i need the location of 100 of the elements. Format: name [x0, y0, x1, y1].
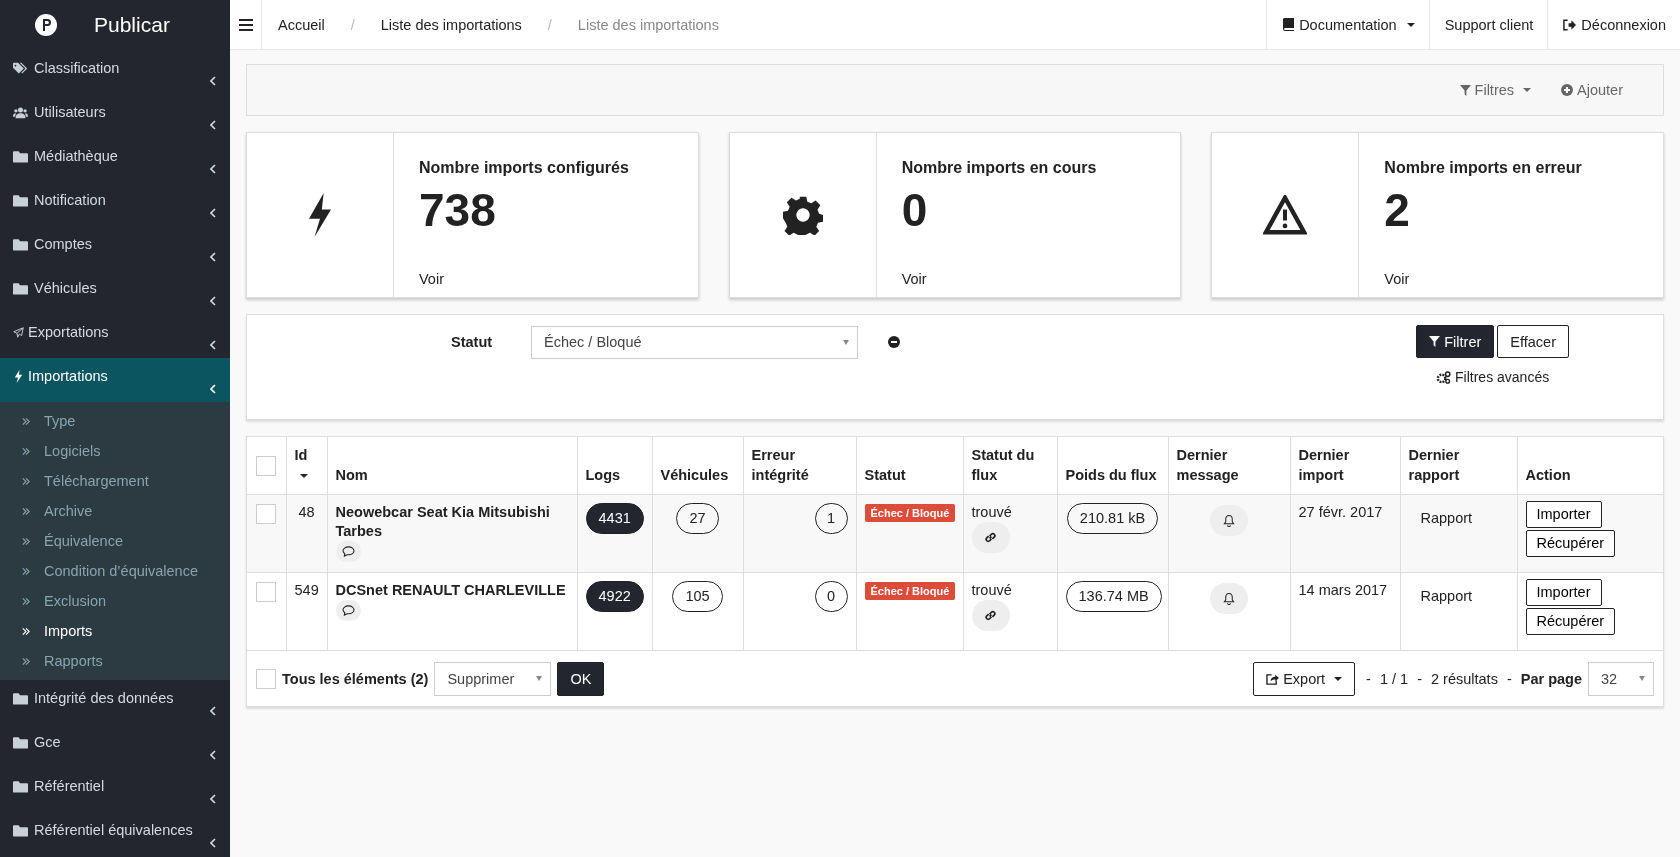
logs-count[interactable]: 4431 [585, 503, 644, 534]
filter-button[interactable]: Filtrer [1416, 325, 1495, 358]
submenu-item[interactable]: Type [0, 406, 230, 436]
logs-count[interactable]: 4922 [585, 581, 644, 612]
sidebar-item[interactable]: Utilisateurs [0, 94, 230, 138]
users-icon [13, 105, 28, 119]
sidebar-item[interactable]: Exportations [0, 314, 230, 358]
tags-icon [13, 61, 28, 75]
column-header[interactable]: Statut du flux [963, 437, 1057, 495]
link-icon[interactable] [971, 600, 1010, 631]
submenu-item[interactable]: Rapports [0, 646, 230, 676]
folder-icon [13, 237, 28, 251]
comment-icon[interactable] [335, 600, 361, 621]
bulk-action-select[interactable]: Supprimer [434, 661, 552, 696]
sidebar-item-label: Gce [34, 734, 61, 750]
link-icon[interactable] [971, 522, 1010, 553]
submenu-item[interactable]: Exclusion [0, 586, 230, 616]
page-indicator: 1 / 1 [1379, 670, 1409, 687]
sidebar-item[interactable]: Classification [0, 50, 230, 94]
import-name: DCSnet RENAULT CHARLEVILLE [335, 581, 566, 600]
top-nav-link[interactable]: Documentation [1266, 0, 1429, 49]
ok-button[interactable]: OK [557, 661, 605, 696]
row-checkbox[interactable] [256, 582, 276, 602]
add-link[interactable]: Ajouter [1561, 82, 1623, 98]
view-link[interactable]: Voir [901, 271, 1097, 287]
chevron-left-icon [210, 340, 216, 350]
stat-title: Nombre imports en erreur [1384, 159, 1582, 177]
row-checkbox[interactable] [256, 504, 276, 524]
top-nav-link[interactable]: Déconnexion [1547, 0, 1680, 49]
last-import-date: 14 mars 2017 [1290, 572, 1400, 651]
separator-dash: - [1417, 670, 1422, 687]
submenu-item[interactable]: Téléchargement [0, 466, 230, 496]
sidebar-item[interactable]: Référentiel [0, 768, 230, 812]
column-header[interactable]: Nom [327, 437, 577, 495]
view-link[interactable]: Voir [419, 271, 629, 287]
last-import-date: 27 févr. 2017 [1290, 494, 1400, 573]
comment-icon[interactable] [335, 541, 361, 562]
submenu-item[interactable]: Équivalence [0, 526, 230, 556]
submenu-item[interactable]: Archive [0, 496, 230, 526]
view-link[interactable]: Voir [1384, 271, 1582, 287]
column-header[interactable]: Dernier rapport [1400, 437, 1517, 495]
warning-icon [1263, 195, 1308, 235]
sidebar-item[interactable]: Référentiel équivalences [0, 812, 230, 856]
column-header[interactable]: Dernier message [1168, 437, 1290, 495]
chevron-left-icon [210, 296, 216, 306]
sidebar-item[interactable]: Notification [0, 182, 230, 226]
column-header[interactable]: Poids du flux [1057, 437, 1168, 495]
column-header[interactable]: Dernier import [1290, 437, 1400, 495]
remove-icon[interactable] [888, 336, 900, 348]
action-button[interactable]: Importer [1525, 501, 1602, 528]
stat-title: Nombre imports configurés [419, 159, 629, 177]
breadcrumb-link[interactable]: Liste des importations [380, 16, 522, 33]
submenu-item[interactable]: Imports [0, 616, 230, 646]
report-link[interactable]: Rapport [1420, 588, 1473, 604]
lightning-icon [13, 369, 24, 383]
column-header[interactable]: Véhicules [652, 437, 743, 495]
column-header[interactable]: Action [1517, 437, 1663, 495]
sidebar-item[interactable]: Importations [0, 358, 230, 402]
action-button[interactable]: Récupérer [1525, 608, 1616, 635]
sidebar-item-label: Exportations [28, 324, 109, 340]
clear-button[interactable]: Effacer [1497, 325, 1569, 358]
column-header[interactable]: Id [286, 437, 327, 495]
column-header[interactable]: Logs [577, 437, 652, 495]
per-page-select[interactable]: 32 [1588, 661, 1654, 696]
top-nav-link[interactable]: Support client [1428, 0, 1548, 49]
column-header[interactable]: Erreur intégrité [743, 437, 856, 495]
submenu-item[interactable]: Condition d’équivalence [0, 556, 230, 586]
advanced-filters-link[interactable]: Filtres avancés [1436, 369, 1550, 385]
sidebar-item[interactable]: Véhicules [0, 270, 230, 314]
filter-label: Statut [451, 334, 494, 350]
bell-icon[interactable] [1210, 583, 1248, 614]
sidebar-item[interactable]: Médiathèque [0, 138, 230, 182]
sidebar-item[interactable]: Comptes [0, 226, 230, 270]
chevron-left-icon [210, 76, 216, 86]
double-chevron-icon [22, 476, 30, 486]
breadcrumb-separator: / [547, 16, 552, 33]
report-link[interactable]: Rapport [1420, 510, 1473, 526]
separator-dash: - [1366, 670, 1371, 687]
select-all-checkbox[interactable] [256, 455, 276, 476]
chevron-left-icon [210, 164, 216, 174]
breadcrumb-link[interactable]: Accueil [278, 16, 325, 33]
submenu-item[interactable]: Logiciels [0, 436, 230, 466]
action-button[interactable]: Récupérer [1525, 530, 1616, 557]
sidebar-item[interactable]: Gce [0, 724, 230, 768]
double-chevron-icon [22, 536, 30, 546]
bell-icon[interactable] [1210, 505, 1248, 536]
status-label: Échec / Bloqué [864, 582, 956, 600]
filters-dropdown[interactable]: Filtres [1459, 82, 1532, 98]
stat-title: Nombre imports en cours [901, 159, 1097, 177]
book-icon [1282, 18, 1295, 31]
select-all-checkbox[interactable] [256, 668, 276, 689]
sidebar-item[interactable]: Intégrité des données [0, 680, 230, 724]
sidebar-item-label: Utilisateurs [34, 104, 106, 120]
status-select[interactable]: Échec / Bloqué [531, 325, 858, 359]
breadcrumb-link[interactable]: Liste des importations [577, 16, 719, 33]
funnel-icon [1429, 336, 1441, 347]
sidebar-item-label: Médiathèque [34, 148, 118, 164]
action-button[interactable]: Importer [1525, 579, 1602, 606]
column-header[interactable]: Statut [856, 437, 963, 495]
export-button[interactable]: Export [1253, 661, 1356, 696]
